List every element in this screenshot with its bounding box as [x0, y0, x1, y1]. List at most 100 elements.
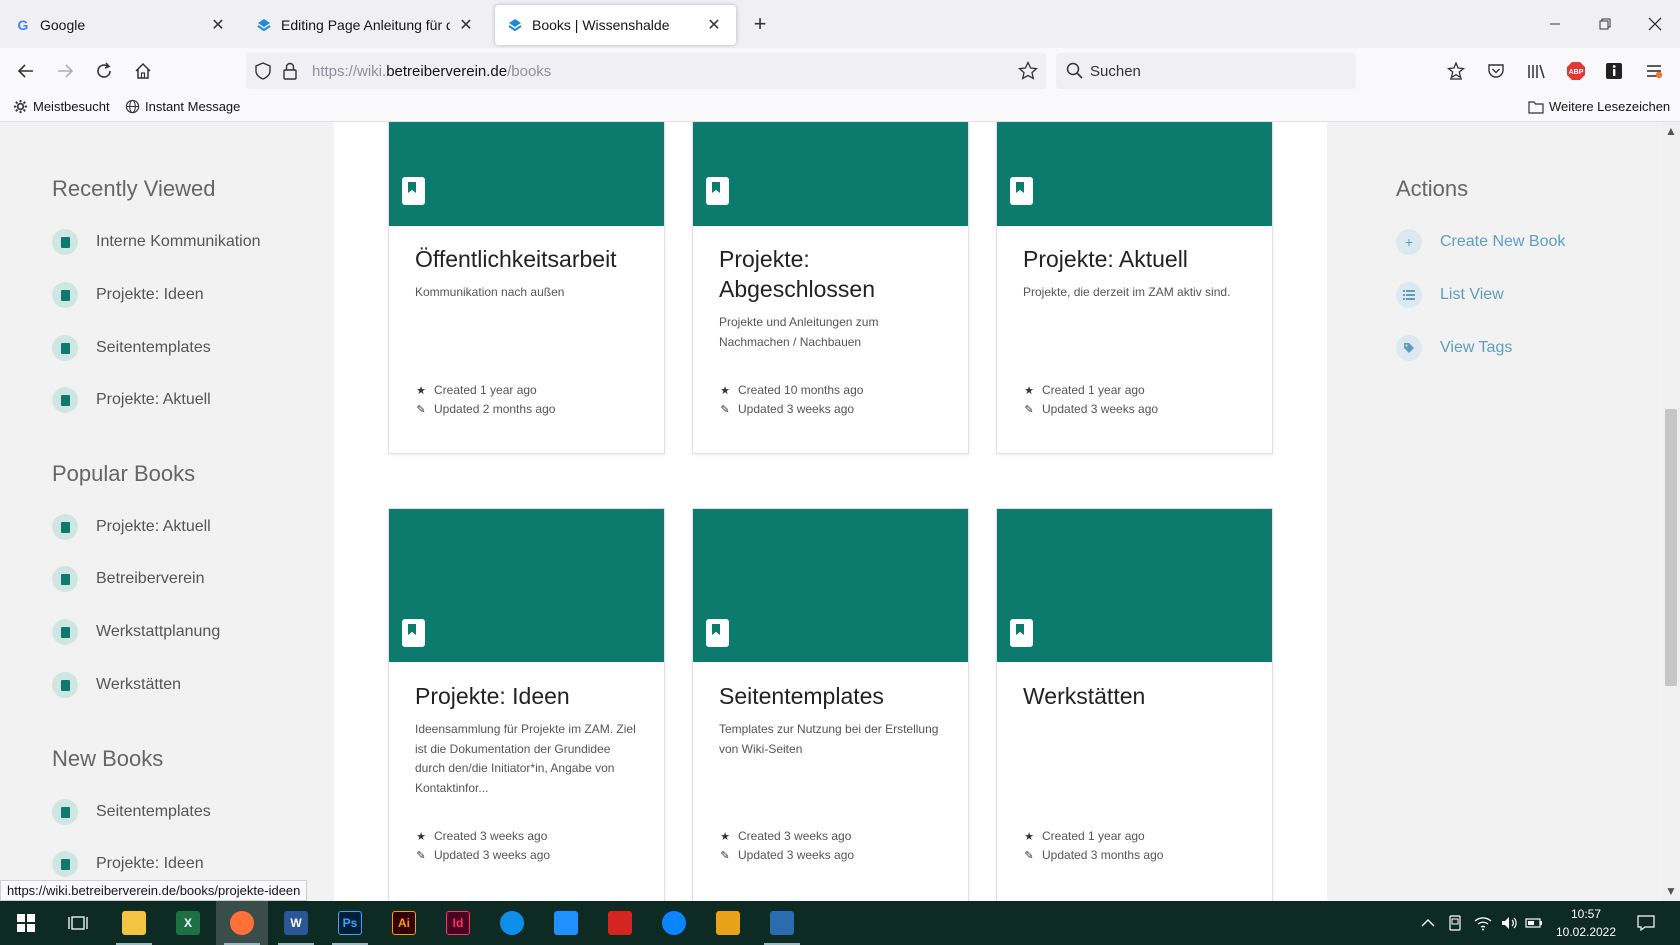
- google-icon: G: [15, 17, 31, 33]
- taskbar-app[interactable]: Id: [432, 901, 484, 945]
- book-card[interactable]: Projekte: Abgeschlossen Projekte und Anl…: [692, 122, 969, 454]
- tab-editing-page[interactable]: Editing Page Anleitung für das l ✕: [244, 5, 488, 45]
- pencil-icon: ✎: [416, 403, 426, 416]
- scrollbar-thumb[interactable]: [1665, 409, 1677, 686]
- url-text: https://wiki.betreiberverein.de/books: [312, 63, 552, 80]
- book-cover: [693, 509, 968, 662]
- pencil-icon: ✎: [1024, 849, 1034, 862]
- list-view-button[interactable]: List View: [1396, 282, 1504, 308]
- network-icon[interactable]: [1471, 901, 1495, 945]
- taskbar-app[interactable]: [108, 901, 160, 945]
- book-created: ★ Created 3 weeks ago: [416, 829, 548, 843]
- book-title: Projekte: Abgeschlossen: [719, 246, 875, 302]
- library-icon[interactable]: [1523, 58, 1549, 84]
- document-app-icon: [770, 911, 794, 935]
- home-button[interactable]: [130, 58, 156, 84]
- bookmark-star-icon[interactable]: [1017, 60, 1039, 86]
- taskbar-app[interactable]: [486, 901, 538, 945]
- book-card[interactable]: Projekte: Ideen Ideensammlung für Projek…: [388, 508, 665, 901]
- close-window-button[interactable]: [1643, 12, 1667, 36]
- close-tab-icon[interactable]: ✕: [704, 15, 724, 35]
- pocket-icon[interactable]: [1483, 58, 1509, 84]
- search-bar[interactable]: Suchen: [1056, 53, 1356, 89]
- recent-item[interactable]: Seitentemplates: [52, 335, 211, 361]
- task-view-button[interactable]: [52, 901, 104, 945]
- minimize-button[interactable]: [1543, 12, 1567, 36]
- menu-icon[interactable]: [1641, 58, 1667, 84]
- bookmark-instant-message[interactable]: Instant Message: [125, 99, 240, 114]
- page-scrollbar[interactable]: ▲ ▼: [1662, 122, 1680, 901]
- star-icon: ★: [1024, 384, 1034, 397]
- show-hidden-icons[interactable]: [1418, 901, 1438, 945]
- taskbar-app[interactable]: W: [270, 901, 322, 945]
- battery-icon[interactable]: [1522, 901, 1546, 945]
- book-created: ★ Created 1 year ago: [416, 383, 537, 397]
- tab-books[interactable]: Books | Wissenshalde ✕: [495, 5, 736, 45]
- book-card[interactable]: Öffentlichkeitsarbeit Kommunikation nach…: [388, 122, 665, 454]
- recently-viewed-title: Recently Viewed: [52, 176, 216, 201]
- book-updated: ✎ Updated 3 months ago: [1024, 848, 1164, 862]
- taskbar-app[interactable]: [756, 901, 808, 945]
- reload-button[interactable]: [91, 58, 117, 84]
- gear-icon: [13, 99, 28, 114]
- book-card[interactable]: Werkstätten ★ Created 1 year ago ✎ Updated…: [996, 508, 1273, 901]
- taskbar-app[interactable]: [594, 901, 646, 945]
- volume-icon[interactable]: [1497, 901, 1521, 945]
- lock-icon[interactable]: [282, 62, 298, 85]
- bookmark-meistbesucht[interactable]: Meistbesucht: [13, 99, 110, 114]
- new-book-item[interactable]: Projekte: Ideen: [52, 851, 204, 877]
- popular-item[interactable]: Projekte: Aktuell: [52, 514, 211, 540]
- recent-item[interactable]: Projekte: Ideen: [52, 282, 204, 308]
- notifications-icon[interactable]: [1632, 901, 1660, 945]
- pencil-icon: ✎: [416, 849, 426, 862]
- taskbar-app[interactable]: Ai: [378, 901, 430, 945]
- back-button[interactable]: [13, 58, 39, 84]
- new-book-item[interactable]: Seitentemplates: [52, 799, 211, 825]
- close-tab-icon[interactable]: ✕: [456, 15, 476, 35]
- adblock-plus-icon[interactable]: ABP: [1563, 58, 1589, 84]
- book-title: Seitentemplates: [719, 683, 884, 709]
- popular-item[interactable]: Betreiberverein: [52, 566, 205, 592]
- bookmark-label: Instant Message: [145, 99, 241, 114]
- recent-item[interactable]: Interne Kommunikation: [52, 229, 261, 255]
- view-tags-button[interactable]: View Tags: [1396, 335, 1512, 361]
- popular-item[interactable]: Werkstätten: [52, 672, 181, 698]
- book-card[interactable]: Seitentemplates Templates zur Nutzung be…: [692, 508, 969, 901]
- taskbar-app[interactable]: [540, 901, 592, 945]
- downloads-icon[interactable]: [1443, 58, 1469, 84]
- taskbar-app[interactable]: X: [162, 901, 214, 945]
- taskbar-app[interactable]: [702, 901, 754, 945]
- taskbar-app[interactable]: [648, 901, 700, 945]
- popular-item[interactable]: Werkstattplanung: [52, 619, 220, 645]
- scroll-up-arrow[interactable]: ▲: [1662, 124, 1680, 138]
- bookmarks-toolbar: Meistbesucht Instant Message Weitere Les…: [0, 94, 1680, 122]
- book-cover: [997, 122, 1272, 226]
- bookstack-icon: [507, 17, 523, 33]
- book-created: ★ Created 1 year ago: [1024, 829, 1145, 843]
- forward-button[interactable]: [52, 58, 78, 84]
- device-icon[interactable]: [1443, 901, 1467, 945]
- navigation-toolbar: https://wiki.betreiberverein.de/books Su…: [0, 48, 1680, 94]
- scroll-down-arrow[interactable]: ▼: [1662, 884, 1680, 898]
- popular-books-title: Popular Books: [52, 461, 196, 486]
- bookmark-label: Meistbesucht: [33, 99, 110, 114]
- book-card[interactable]: Projekte: Aktuell Projekte, die derzeit …: [996, 122, 1273, 454]
- system-clock[interactable]: 10:57 10.02.2022: [1546, 905, 1626, 941]
- book-icon: [52, 799, 78, 825]
- restore-button[interactable]: [1593, 12, 1617, 36]
- create-new-book-button[interactable]: + Create New Book: [1396, 229, 1565, 255]
- taskbar-app[interactable]: Ps: [324, 901, 376, 945]
- tracking-shield-icon[interactable]: [254, 62, 272, 85]
- close-tab-icon[interactable]: ✕: [208, 15, 228, 35]
- recent-item[interactable]: Projekte: Aktuell: [52, 387, 211, 413]
- address-bar[interactable]: https://wiki.betreiberverein.de/books: [246, 53, 1046, 89]
- start-button[interactable]: [0, 901, 52, 945]
- file-explorer-icon: [122, 911, 146, 935]
- book-title: Projekte: Aktuell: [1023, 246, 1188, 272]
- new-tab-button[interactable]: +: [748, 10, 772, 38]
- taskbar-app[interactable]: [216, 901, 268, 945]
- other-bookmarks[interactable]: Weitere Lesezeichen: [1528, 99, 1670, 114]
- tab-google[interactable]: G Google ✕: [3, 5, 240, 45]
- info-extension-icon[interactable]: [1601, 58, 1627, 84]
- book-title: Öffentlichkeitsarbeit: [415, 246, 617, 272]
